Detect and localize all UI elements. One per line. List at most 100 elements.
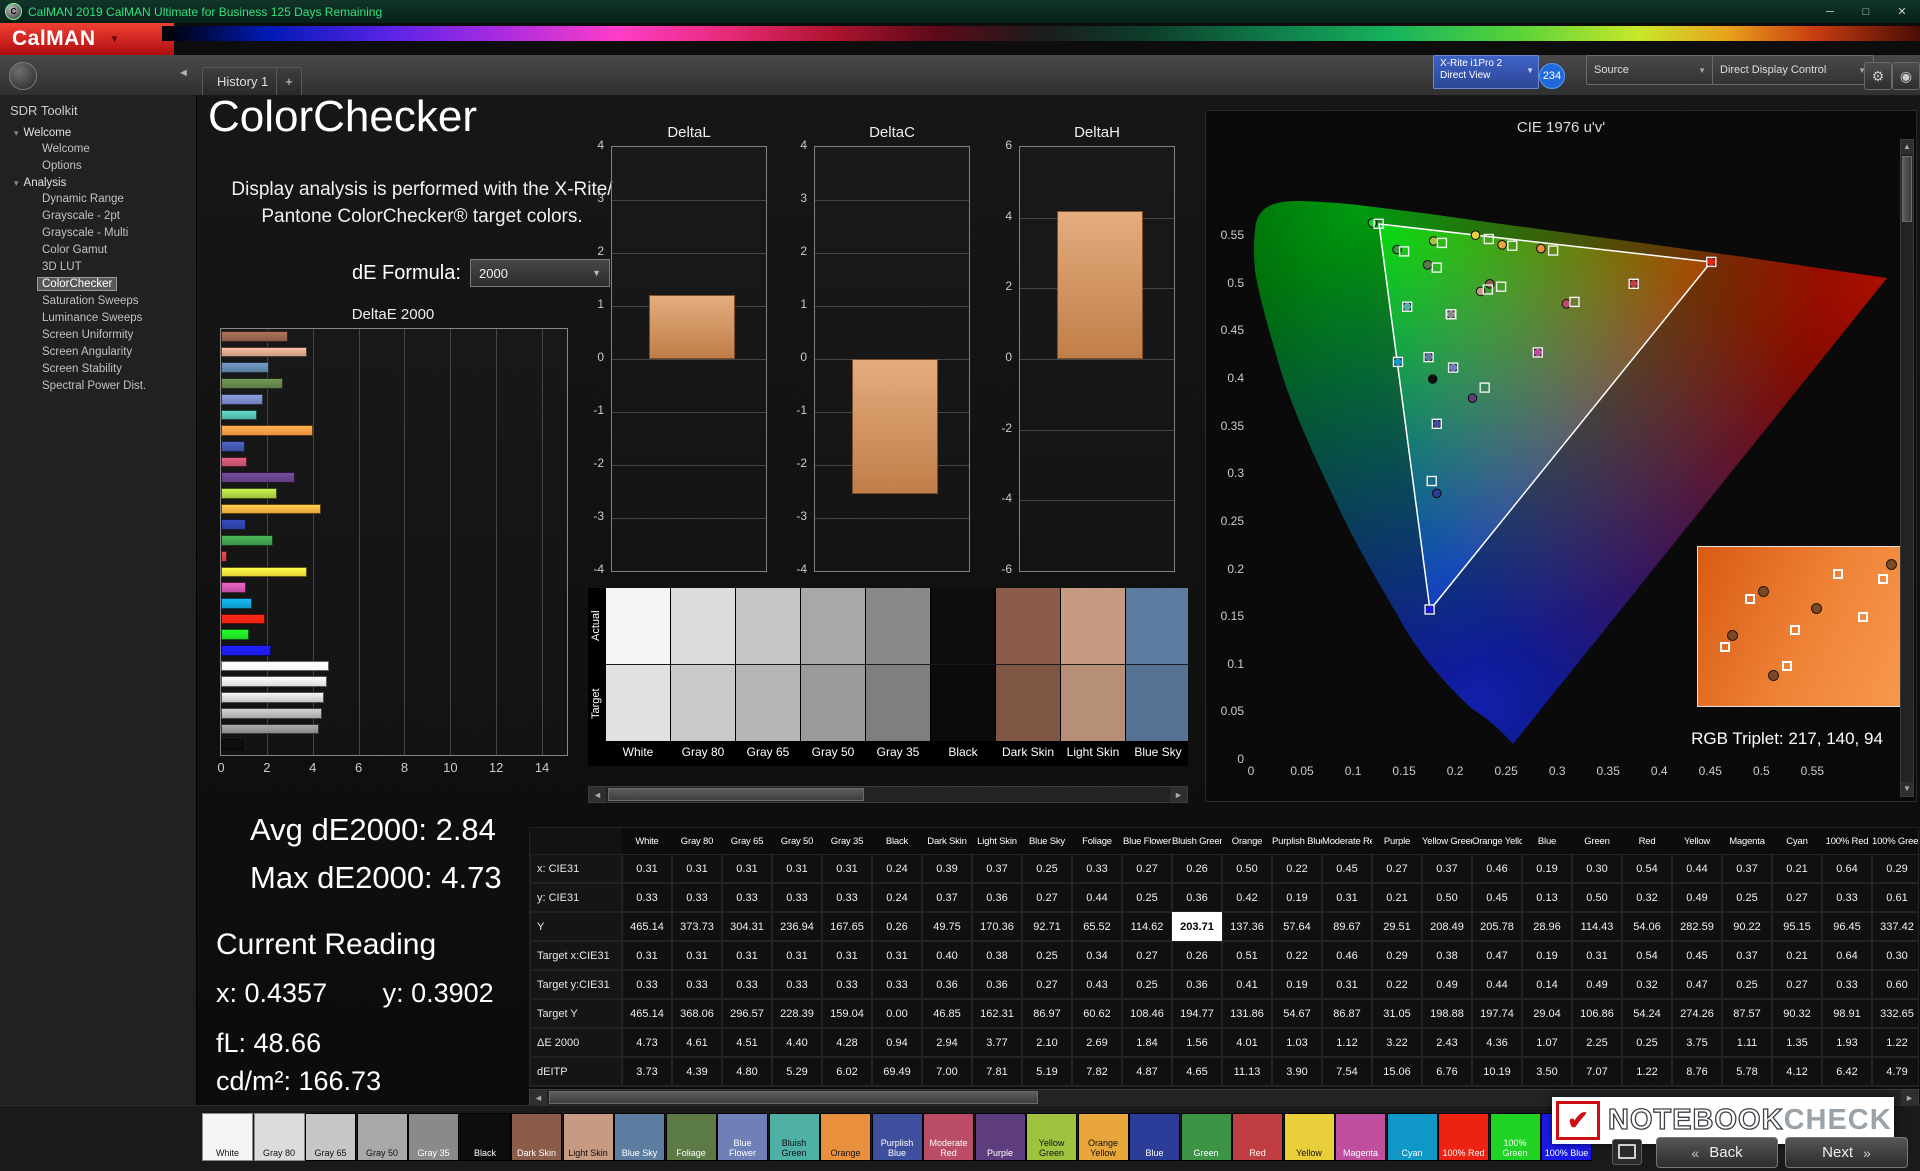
patch-button-moderate-red[interactable]: Moderate Red [923,1113,974,1161]
cie-scroll-thumb[interactable] [1902,156,1912,222]
meter-dropdown[interactable]: X-Rite i1Pro 2 Direct View ▼ [1433,55,1539,89]
table-cell: 0.31 [622,854,672,883]
table-cell: 131.86 [1222,999,1272,1028]
back-button[interactable]: « Back [1656,1137,1778,1168]
patch-count-badge[interactable]: 234 [1539,63,1565,89]
sidebar-item-grayscale-multi[interactable]: Grayscale - Multi [0,225,196,242]
scroll-right-icon[interactable]: ► [1170,787,1187,802]
table-cell: 95.15 [1772,912,1822,941]
settings-button[interactable]: ⚙ [1864,62,1892,90]
table-cell: 3.77 [972,1028,1022,1057]
patch-button-blue-flower[interactable]: Blue Flower [717,1113,768,1161]
patch-button-yellow[interactable]: Yellow [1284,1113,1335,1161]
sidebar-item-options[interactable]: Options [0,158,196,175]
table-cell: 0.21 [1772,854,1822,883]
sidebar-item-grayscale-2pt[interactable]: Grayscale - 2pt [0,208,196,225]
swatch-scroll-track[interactable] [606,787,1170,802]
minimize-button[interactable]: ─ [1812,0,1848,23]
scroll-left-icon[interactable]: ◄ [530,1090,547,1105]
table-cell: 10.19 [1472,1057,1522,1086]
cie-vertical-scrollbar[interactable]: ▲ ▼ [1900,139,1914,797]
patch-button-100-green[interactable]: 100% Green [1490,1113,1541,1161]
patch-button-magenta[interactable]: Magenta [1335,1113,1386,1161]
table-cell: 0.25 [1022,854,1072,883]
patch-button-gray-35[interactable]: Gray 35 [408,1113,459,1161]
patch-button-gray-50[interactable]: Gray 50 [357,1113,408,1161]
patch-button-cyan[interactable]: Cyan [1387,1113,1438,1161]
table-cell: 0.31 [1322,970,1372,999]
y-tick-label: -1 [788,403,807,417]
sidebar-item-screen-angularity[interactable]: Screen Angularity [0,344,196,361]
patch-button-yellow-green[interactable]: Yellow Green [1026,1113,1077,1161]
scroll-right-icon[interactable]: ► [1901,1090,1918,1105]
patch-button-bluish-green[interactable]: Bluish Green [769,1113,820,1161]
table-cell: 69.49 [872,1057,922,1086]
power-button[interactable]: ◉ [1892,62,1920,90]
calman-logo-menu[interactable]: CalMAN ▼ [0,23,174,55]
patch-button-black[interactable]: Black [460,1113,511,1161]
patch-button-green[interactable]: Green [1181,1113,1232,1161]
patch-button-purplish-blue[interactable]: Purplish Blue [872,1113,923,1161]
sidebar-item-screen-stability[interactable]: Screen Stability [0,361,196,378]
sidebar-item-3d-lut[interactable]: 3D LUT [0,259,196,276]
inset-measured-point [1727,630,1738,641]
patch-button-foliage[interactable]: Foliage [666,1113,717,1161]
patch-button-red[interactable]: Red [1232,1113,1283,1161]
deltae-bar-purplish-blue [221,441,245,452]
patch-button-100-red[interactable]: 100% Red [1438,1113,1489,1161]
table-cell: 108.46 [1122,999,1172,1028]
add-tab-button[interactable]: + [276,67,302,95]
scroll-up-icon[interactable]: ▲ [1901,140,1913,154]
sidebar-item-spectral-power-dist[interactable]: Spectral Power Dist. [0,378,196,395]
patch-button-light-skin[interactable]: Light Skin [563,1113,614,1161]
sidebar-item-screen-uniformity[interactable]: Screen Uniformity [0,327,196,344]
next-label: Next [1822,1144,1853,1161]
sidebar-section-analysis[interactable]: ▾Analysis [0,175,196,191]
sidebar-item-luminance-sweeps[interactable]: Luminance Sweeps [0,310,196,327]
patch-button-gray-65[interactable]: Gray 65 [305,1113,356,1161]
meter-status-icon[interactable] [9,62,37,90]
next-button[interactable]: Next » [1785,1137,1908,1168]
source-dropdown[interactable]: Source ▼ [1586,55,1714,85]
patch-button-white[interactable]: White [202,1113,253,1161]
target-row-label: Target [590,666,604,742]
sidebar-item-colorchecker[interactable]: ColorChecker [0,276,196,293]
avg-de2000-readout: Avg dE2000: 2.84 [250,812,496,848]
scroll-down-icon[interactable]: ▼ [1901,782,1913,796]
sidebar-item-dynamic-range[interactable]: Dynamic Range [0,191,196,208]
patch-button-blue[interactable]: Blue [1129,1113,1180,1161]
sidebar-collapse-icon[interactable]: ◄ [178,67,189,79]
patch-button-dark-skin[interactable]: Dark Skin [511,1113,562,1161]
y-tick-label: -1 [585,403,604,417]
table-cell: 0.37 [1722,941,1772,970]
sidebar-section-welcome[interactable]: ▾Welcome [0,125,196,141]
patch-label: Blue Sky [1126,741,1188,766]
actual-swatch [866,588,930,665]
patch-button-gray-80[interactable]: Gray 80 [254,1113,305,1161]
display-control-dropdown[interactable]: Direct Display Control ▼ [1712,55,1874,85]
patch-button-purple[interactable]: Purple [975,1113,1026,1161]
swatch-scrollbar[interactable]: ◄ ► [588,786,1188,803]
close-button[interactable]: ✕ [1884,0,1920,23]
table-cell: 0.14 [1522,970,1572,999]
table-cell: 0.27 [1122,941,1172,970]
patch-button-orange-yellow[interactable]: Orange Yellow [1078,1113,1129,1161]
maximize-button[interactable]: □ [1848,0,1884,23]
sidebar-item-color-gamut[interactable]: Color Gamut [0,242,196,259]
sidebar-item-welcome[interactable]: Welcome [0,141,196,158]
tab-history-1[interactable]: History 1 [202,67,283,95]
table-cell: 87.57 [1722,999,1772,1028]
patch-label: Gray 65 [736,741,800,766]
swatch-scroll-thumb[interactable] [608,788,864,801]
table-cell: 162.31 [972,999,1022,1028]
display-icon-button[interactable] [1612,1139,1642,1165]
patch-button-blue-sky[interactable]: Blue Sky [614,1113,665,1161]
sidebar-item-saturation-sweeps[interactable]: Saturation Sweeps [0,293,196,310]
sidebar-item-label: Grayscale - 2pt [38,210,124,222]
scroll-left-icon[interactable]: ◄ [589,787,606,802]
table-cell: 92.71 [1022,912,1072,941]
table-cell: 90.32 [1772,999,1822,1028]
patch-button-orange[interactable]: Orange [820,1113,871,1161]
table-scroll-thumb[interactable] [549,1091,1038,1104]
deltae-bar-green [221,535,273,546]
